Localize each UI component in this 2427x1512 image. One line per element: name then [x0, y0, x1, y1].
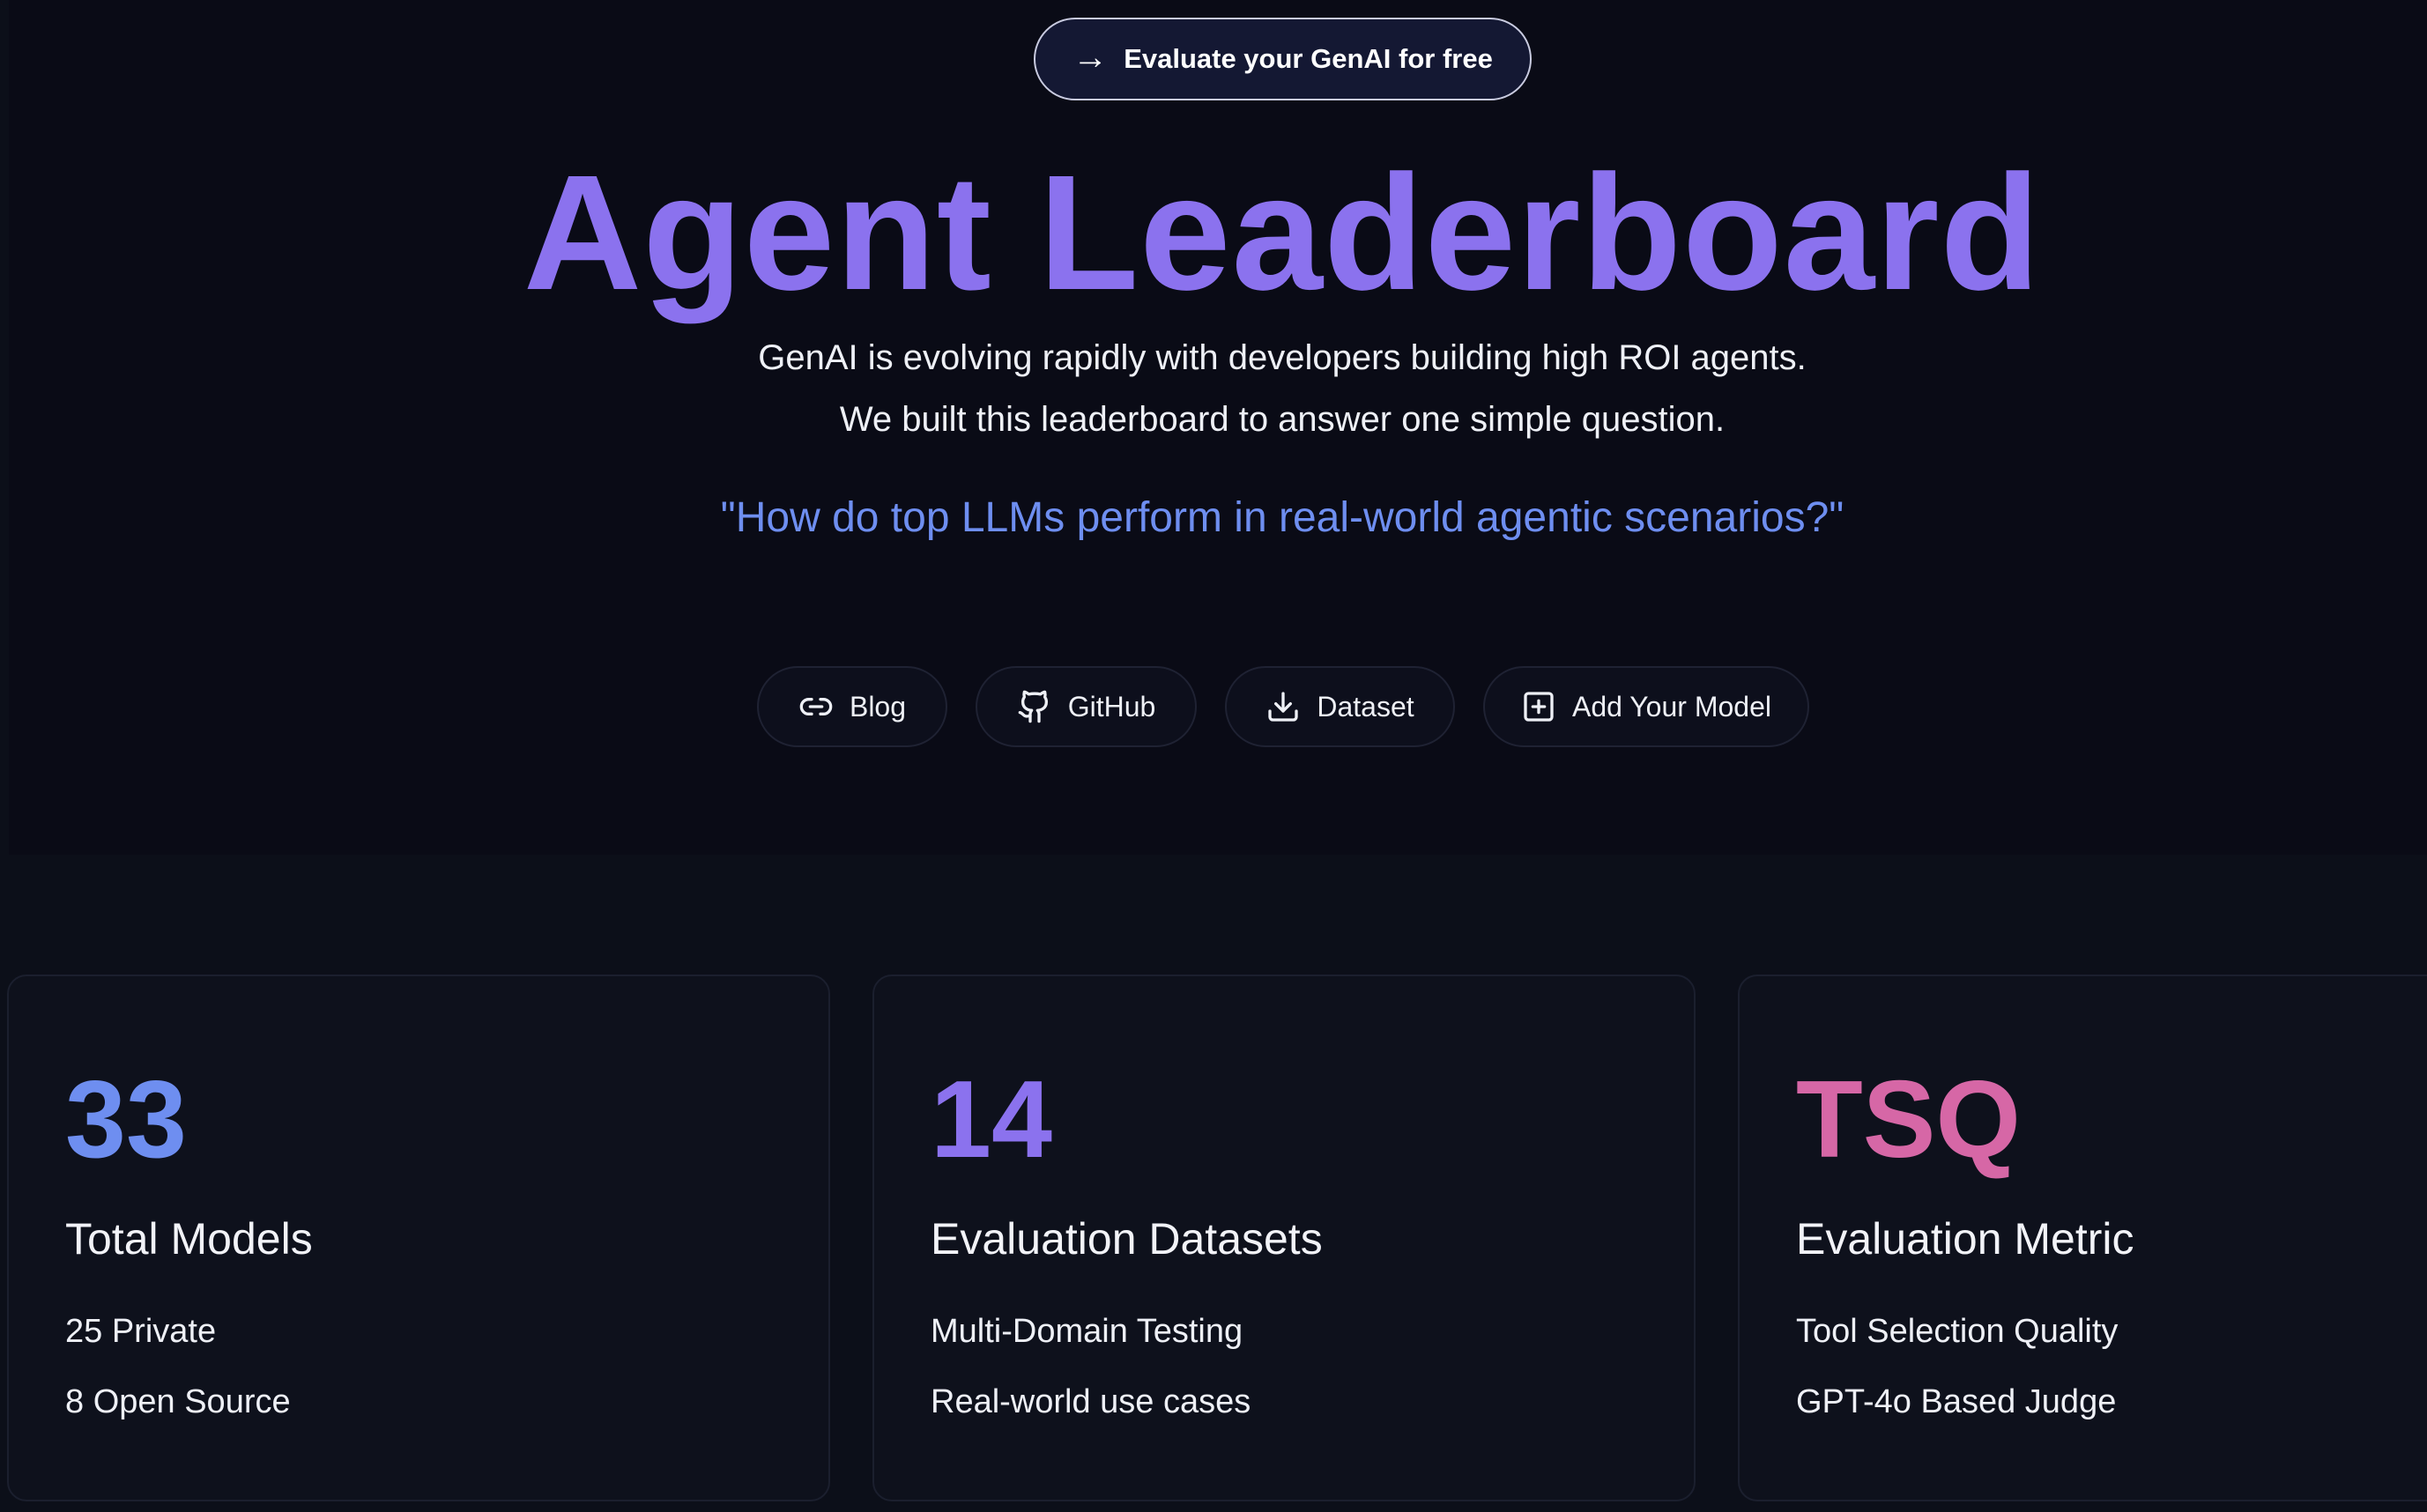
- evaluate-genai-label: Evaluate your GenAI for free: [1124, 43, 1493, 74]
- dataset-link-button[interactable]: Dataset: [1225, 666, 1455, 747]
- stat-label: Evaluation Metric: [1796, 1214, 2134, 1264]
- subtitle-line-1: GenAI is evolving rapidly with developer…: [758, 338, 1807, 377]
- stat-value: 33: [65, 1059, 187, 1181]
- blog-link-label: Blog: [849, 690, 907, 723]
- stat-value: TSQ: [1796, 1059, 2021, 1181]
- stat-detail: Multi-Domain Testing: [931, 1313, 1243, 1350]
- stat-card-evaluation-metric: TSQ Evaluation Metric Tool Selection Qua…: [1738, 975, 2427, 1501]
- stat-label: Evaluation Datasets: [931, 1214, 1323, 1264]
- stat-detail: 8 Open Source: [65, 1383, 291, 1420]
- stat-detail: Tool Selection Quality: [1796, 1313, 2119, 1350]
- link-icon: [799, 698, 833, 715]
- add-your-model-label: Add Your Model: [1572, 690, 1771, 723]
- hero-content: → Evaluate your GenAI for free Agent Lea…: [0, 0, 2427, 855]
- stat-label: Total Models: [65, 1214, 313, 1264]
- stat-card-evaluation-datasets: 14 Evaluation Datasets Multi-Domain Test…: [872, 975, 1696, 1501]
- stat-detail: GPT-4o Based Judge: [1796, 1383, 2117, 1420]
- blog-link-button[interactable]: Blog: [757, 666, 947, 747]
- arrow-right-icon: →: [1072, 38, 1109, 77]
- page-title: Agent Leaderboard: [523, 142, 2042, 324]
- stat-detail: Real-world use cases: [931, 1383, 1251, 1420]
- github-link-button[interactable]: GitHub: [976, 666, 1197, 747]
- stat-value: 14: [931, 1059, 1052, 1181]
- github-link-label: GitHub: [1067, 690, 1156, 723]
- download-icon: [1268, 692, 1299, 722]
- subtitle-line-2: We built this leaderboard to answer one …: [839, 400, 1726, 439]
- plus-square-icon: [1524, 692, 1554, 722]
- github-icon: [1018, 690, 1048, 723]
- evaluate-genai-button[interactable]: → Evaluate your GenAI for free: [1034, 18, 1532, 100]
- dataset-link-label: Dataset: [1317, 690, 1414, 723]
- stat-card-total-models: 33 Total Models 25 Private 8 Open Source: [7, 975, 830, 1501]
- stat-detail: 25 Private: [65, 1313, 217, 1350]
- add-your-model-button[interactable]: Add Your Model: [1483, 666, 1809, 747]
- key-question: "How do top LLMs perform in real-world a…: [720, 494, 1844, 541]
